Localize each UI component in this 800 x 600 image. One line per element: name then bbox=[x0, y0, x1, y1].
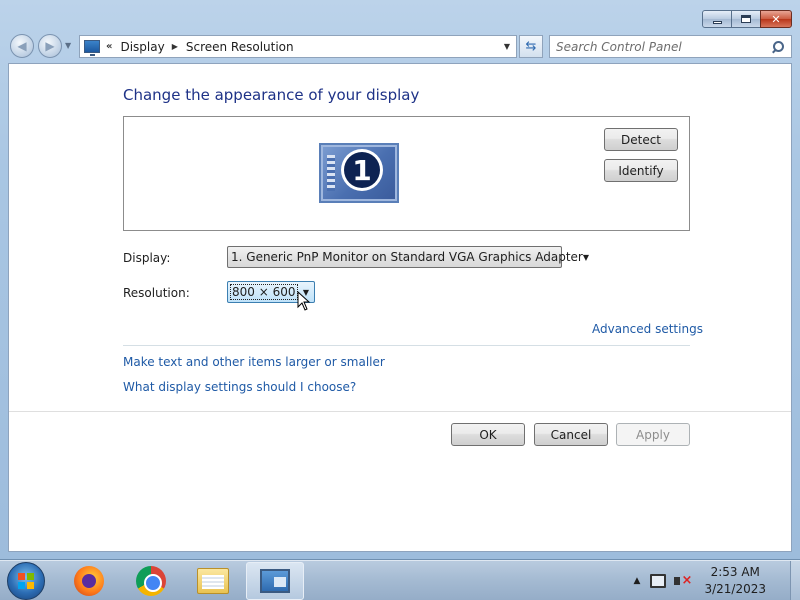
content-area: Change the appearance of your display 1 … bbox=[8, 63, 792, 552]
breadcrumb-overflow-icon[interactable]: « bbox=[106, 41, 112, 52]
show-hidden-icons-icon[interactable]: ▲ bbox=[634, 576, 641, 586]
footer-divider bbox=[9, 411, 791, 412]
monitor-1-thumbnail[interactable]: 1 bbox=[319, 143, 399, 203]
section-divider bbox=[123, 345, 690, 346]
apply-button[interactable]: Apply bbox=[616, 423, 690, 446]
refresh-icon: ⇆ bbox=[525, 39, 537, 54]
screen-resolution-window: ✕ ◀ ▶ ▼ « Display ▶ Screen Resolution ▼ … bbox=[0, 0, 800, 560]
breadcrumb-display[interactable]: Display bbox=[120, 40, 164, 54]
back-arrow-icon: ◀ bbox=[17, 39, 27, 53]
monitor-number-badge: 1 bbox=[341, 149, 383, 191]
clock-date: 3/21/2023 bbox=[704, 582, 766, 596]
search-input[interactable] bbox=[556, 39, 767, 54]
window-controls: ✕ bbox=[702, 10, 792, 28]
forward-button[interactable]: ▶ bbox=[38, 34, 62, 58]
resolution-select-value: 800 × 600 bbox=[230, 284, 298, 300]
chrome-icon bbox=[136, 566, 166, 596]
text-size-link[interactable]: Make text and other items larger or smal… bbox=[123, 355, 385, 369]
maximize-button[interactable] bbox=[731, 10, 761, 28]
display-select[interactable]: 1. Generic PnP Monitor on Standard VGA G… bbox=[227, 246, 589, 268]
taskbar: ▲ 2:53 AM 3/21/2023 bbox=[0, 560, 800, 600]
close-button[interactable]: ✕ bbox=[760, 10, 792, 28]
taskbar-firefox[interactable] bbox=[60, 562, 118, 600]
ok-button[interactable]: OK bbox=[451, 423, 525, 446]
search-icon[interactable] bbox=[767, 37, 787, 57]
navigation-bar: ◀ ▶ ▼ « Display ▶ Screen Resolution ▼ ⇆ bbox=[0, 32, 800, 62]
breadcrumb-separator-icon[interactable]: ▶ bbox=[172, 42, 178, 51]
monitor-number: 1 bbox=[344, 152, 380, 188]
chevron-down-icon: ▼ bbox=[582, 252, 589, 262]
display-help-link[interactable]: What display settings should I choose? bbox=[123, 380, 356, 394]
monitor-screen-detail bbox=[327, 155, 335, 191]
recent-pages-dropdown[interactable]: ▼ bbox=[65, 41, 71, 50]
detect-button[interactable]: Detect bbox=[604, 128, 678, 151]
display-settings-icon bbox=[260, 569, 290, 593]
mouse-pointer-icon bbox=[297, 291, 311, 311]
address-bar[interactable]: « Display ▶ Screen Resolution ▼ bbox=[79, 35, 517, 58]
cancel-button[interactable]: Cancel bbox=[534, 423, 608, 446]
display-select-value: 1. Generic PnP Monitor on Standard VGA G… bbox=[231, 250, 583, 264]
advanced-settings-link[interactable]: Advanced settings bbox=[592, 322, 703, 336]
identify-button[interactable]: Identify bbox=[604, 159, 678, 182]
close-icon: ✕ bbox=[771, 12, 781, 26]
minimize-button[interactable] bbox=[702, 10, 732, 28]
display-label: Display: bbox=[123, 251, 171, 265]
taskbar-file-explorer[interactable] bbox=[184, 562, 242, 600]
refresh-button[interactable]: ⇆ bbox=[519, 35, 543, 58]
title-bar: ✕ bbox=[0, 0, 800, 32]
breadcrumb-screen-resolution[interactable]: Screen Resolution bbox=[186, 40, 294, 54]
firefox-icon bbox=[74, 566, 104, 596]
monitor-arrangement-panel: 1 Detect Identify bbox=[123, 116, 690, 231]
address-dropdown-icon[interactable]: ▼ bbox=[504, 42, 510, 51]
start-button[interactable] bbox=[7, 562, 45, 600]
taskbar-display-settings[interactable] bbox=[246, 562, 304, 600]
system-tray: ▲ 2:53 AM 3/21/2023 bbox=[634, 561, 800, 600]
volume-muted-icon[interactable] bbox=[674, 573, 692, 588]
resolution-label: Resolution: bbox=[123, 286, 190, 300]
network-icon[interactable] bbox=[650, 574, 667, 588]
back-button[interactable]: ◀ bbox=[10, 34, 34, 58]
control-panel-icon bbox=[84, 40, 100, 56]
show-desktop-button[interactable] bbox=[790, 561, 800, 600]
taskbar-chrome[interactable] bbox=[122, 562, 180, 600]
search-box[interactable] bbox=[549, 35, 792, 58]
maximize-icon bbox=[741, 15, 751, 23]
file-explorer-icon bbox=[197, 568, 229, 594]
clock[interactable]: 2:53 AM 3/21/2023 bbox=[704, 564, 766, 598]
minimize-icon bbox=[712, 20, 722, 24]
forward-arrow-icon: ▶ bbox=[45, 39, 55, 53]
clock-time: 2:53 AM bbox=[710, 565, 760, 579]
page-title: Change the appearance of your display bbox=[123, 86, 420, 104]
